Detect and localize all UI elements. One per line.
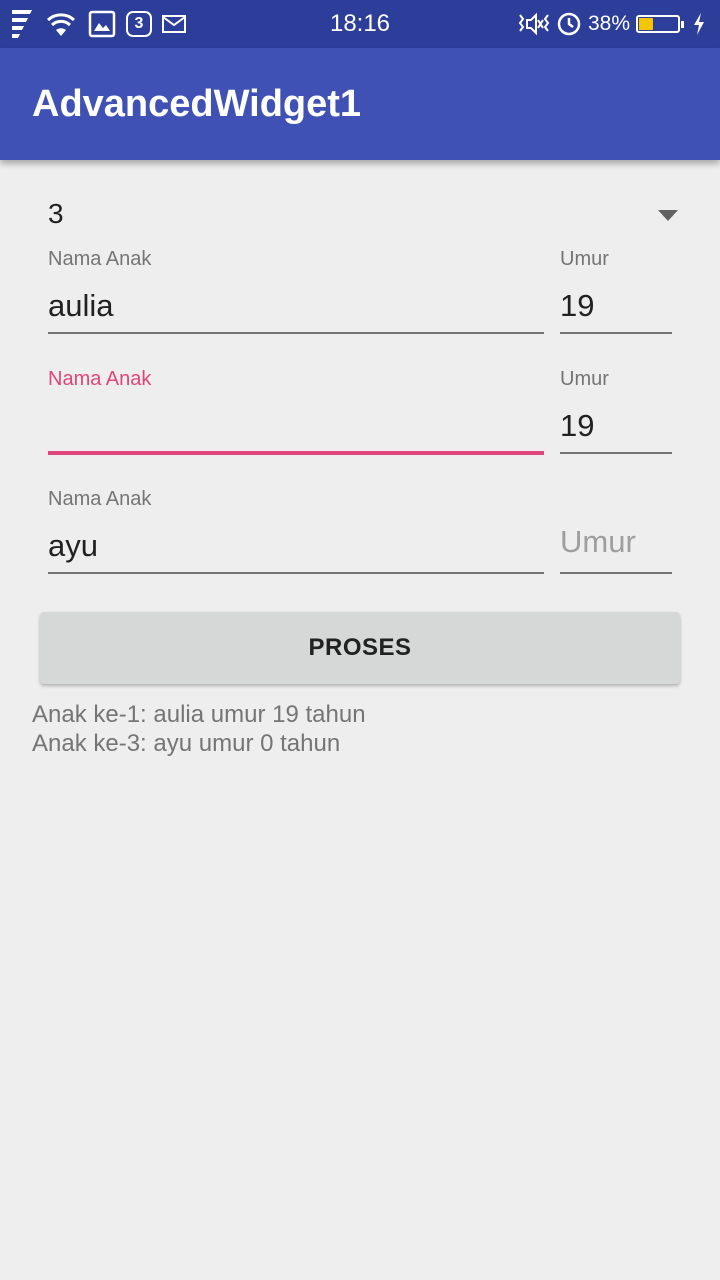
child-name-value-3: ayu: [48, 528, 98, 563]
child-age-field-2[interactable]: Umur 19: [560, 368, 672, 458]
count-spinner[interactable]: 3: [32, 188, 688, 248]
app-title: AdvancedWidget1: [32, 83, 362, 125]
child-name-field-1[interactable]: Nama Anak aulia: [48, 248, 544, 338]
status-bar: 3 18:16 38%: [0, 0, 720, 48]
child-name-field-3[interactable]: Nama Anak ayu: [48, 488, 544, 578]
child-age-field-1[interactable]: Umur 19: [560, 248, 672, 338]
dropdown-arrow-icon: [658, 210, 678, 221]
child-age-label-2: Umur: [560, 368, 609, 390]
child-age-label-1: Umur: [560, 248, 609, 270]
vibrate-icon: [518, 12, 550, 36]
alarm-clock-icon: [557, 12, 581, 36]
spinner-selected-value: 3: [48, 198, 64, 229]
battery-percent: 38%: [587, 12, 630, 35]
result-line-2: Anak ke-3: ayu umur 0 tahun: [32, 730, 341, 757]
child-age-field-3[interactable]: Umur: [560, 488, 672, 578]
child-name-underline-3: [48, 572, 544, 574]
status-bar-right: 38%: [518, 6, 706, 42]
child-name-underline-2: [48, 451, 544, 455]
result-line-1: Anak ke-1: aulia umur 19 tahun: [32, 701, 366, 728]
child-name-field-2[interactable]: Nama Anak: [48, 368, 544, 458]
battery-icon: [636, 15, 684, 33]
child-name-label-1: Nama Anak: [48, 248, 152, 270]
process-button[interactable]: PROSES: [40, 612, 680, 684]
child-age-underline-3: [560, 572, 672, 574]
child-age-value-1: 19: [560, 288, 595, 323]
charging-icon: [694, 13, 704, 35]
app-bar: AdvancedWidget1: [0, 48, 720, 160]
child-name-label-3: Nama Anak: [48, 488, 152, 510]
child-name-underline-1: [48, 332, 544, 334]
child-name-value-1: aulia: [48, 288, 114, 323]
child-age-placeholder-3: Umur: [560, 524, 636, 559]
battery-level-fill: [639, 18, 653, 30]
result-text: Anak ke-1: aulia umur 19 tahun Anak ke-3…: [32, 700, 366, 758]
child-name-label-2: Nama Anak: [48, 368, 152, 390]
child-age-underline-1: [560, 332, 672, 334]
child-age-value-2: 19: [560, 408, 595, 443]
child-age-underline-2: [560, 452, 672, 454]
